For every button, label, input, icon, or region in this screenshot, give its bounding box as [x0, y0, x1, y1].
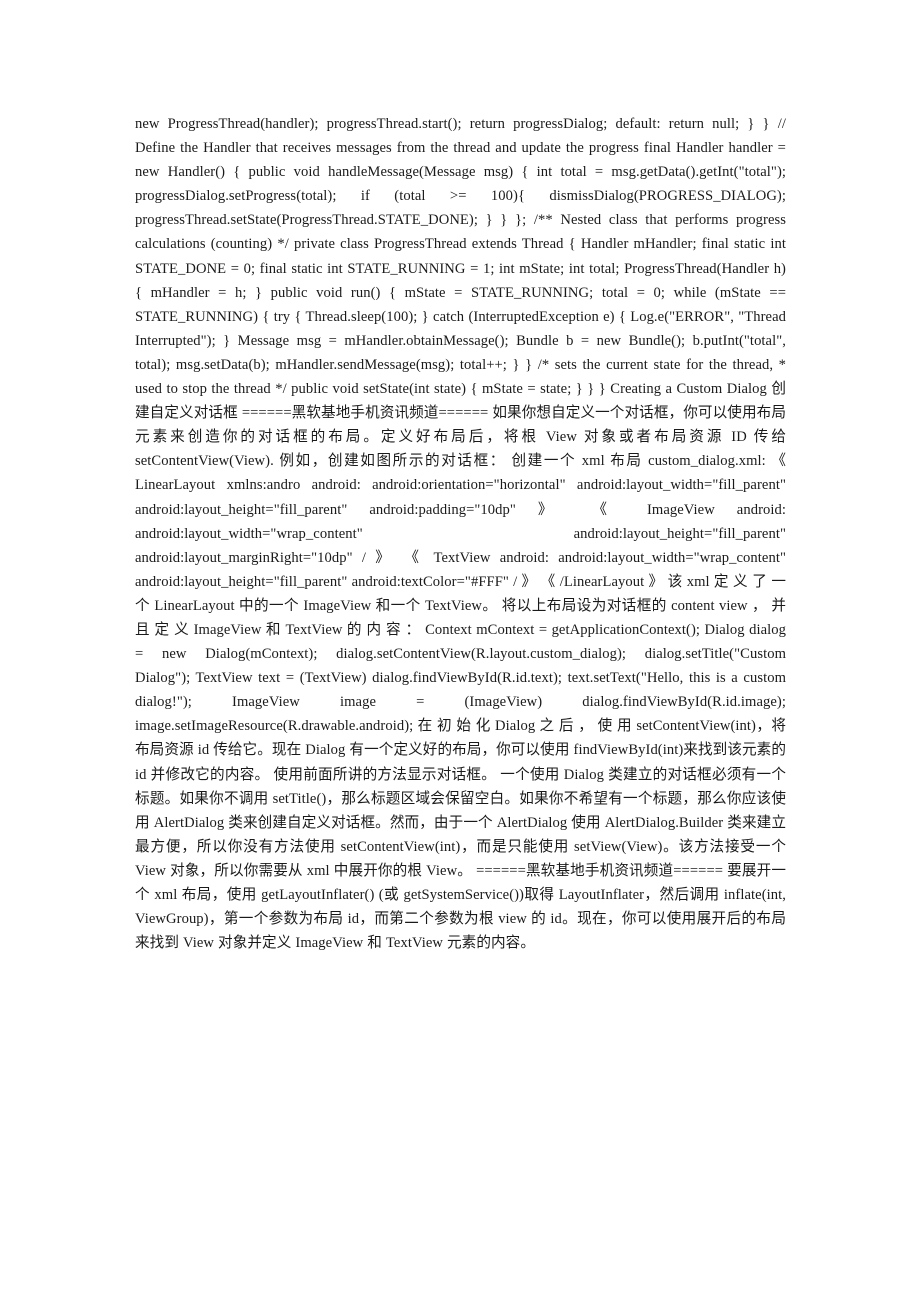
document-text-column: new ProgressThread(handler); progressThr… [135, 112, 786, 955]
document-body-text: new ProgressThread(handler); progressThr… [135, 116, 786, 952]
document-page: new ProgressThread(handler); progressThr… [0, 0, 920, 1302]
